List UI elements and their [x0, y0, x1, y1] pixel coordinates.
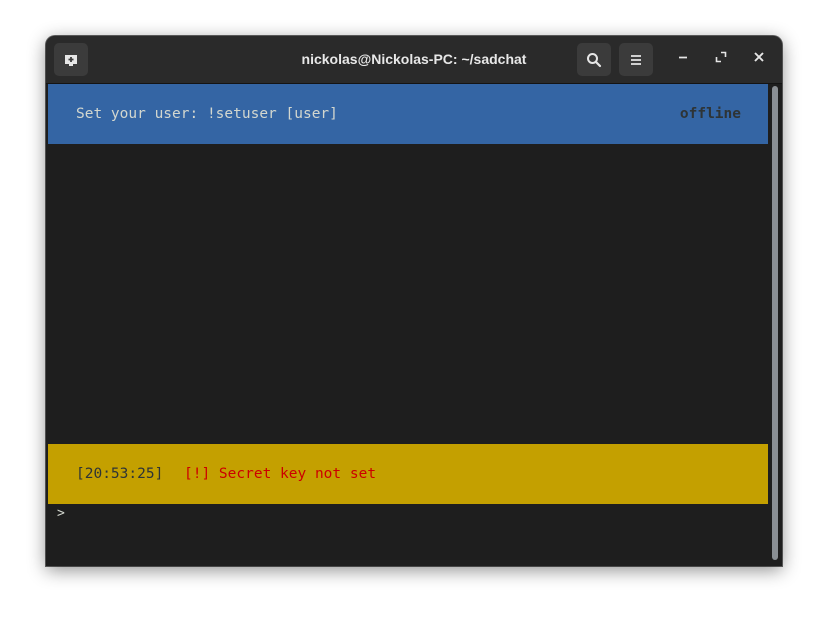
- close-button[interactable]: [746, 46, 772, 72]
- hamburger-menu-icon: [629, 53, 643, 67]
- maximize-icon: [715, 50, 727, 68]
- notice-bar: [20:53:25] [!] Secret key not set: [48, 444, 768, 504]
- maximize-button[interactable]: [708, 46, 734, 72]
- close-icon: [753, 50, 765, 68]
- notice-message: [!] Secret key not set: [184, 466, 377, 482]
- minimize-button[interactable]: [670, 46, 696, 72]
- input-prompt: >: [57, 506, 65, 521]
- connection-status: offline: [679, 106, 741, 122]
- scrollbar[interactable]: [772, 86, 778, 560]
- message-input[interactable]: [70, 504, 760, 524]
- terminal-area[interactable]: Set your user: !setuser [user] offline […: [46, 84, 770, 566]
- search-button[interactable]: [577, 43, 611, 76]
- notice-timestamp: [20:53:25]: [76, 466, 164, 482]
- chat-header-bar: Set your user: !setuser [user] offline: [48, 84, 768, 144]
- minimize-icon: [677, 50, 689, 68]
- titlebar: nickolas@Nickolas-PC: ~/sadchat: [46, 36, 782, 84]
- terminal-window: nickolas@Nickolas-PC: ~/sadchat Set your…: [46, 36, 782, 566]
- new-tab-icon: [63, 52, 79, 68]
- setuser-hint: Set your user: !setuser [user]: [76, 106, 338, 122]
- new-tab-button[interactable]: [54, 43, 88, 76]
- search-icon: [586, 52, 602, 68]
- window-title: nickolas@Nickolas-PC: ~/sadchat: [301, 51, 527, 67]
- menu-button[interactable]: [619, 43, 653, 76]
